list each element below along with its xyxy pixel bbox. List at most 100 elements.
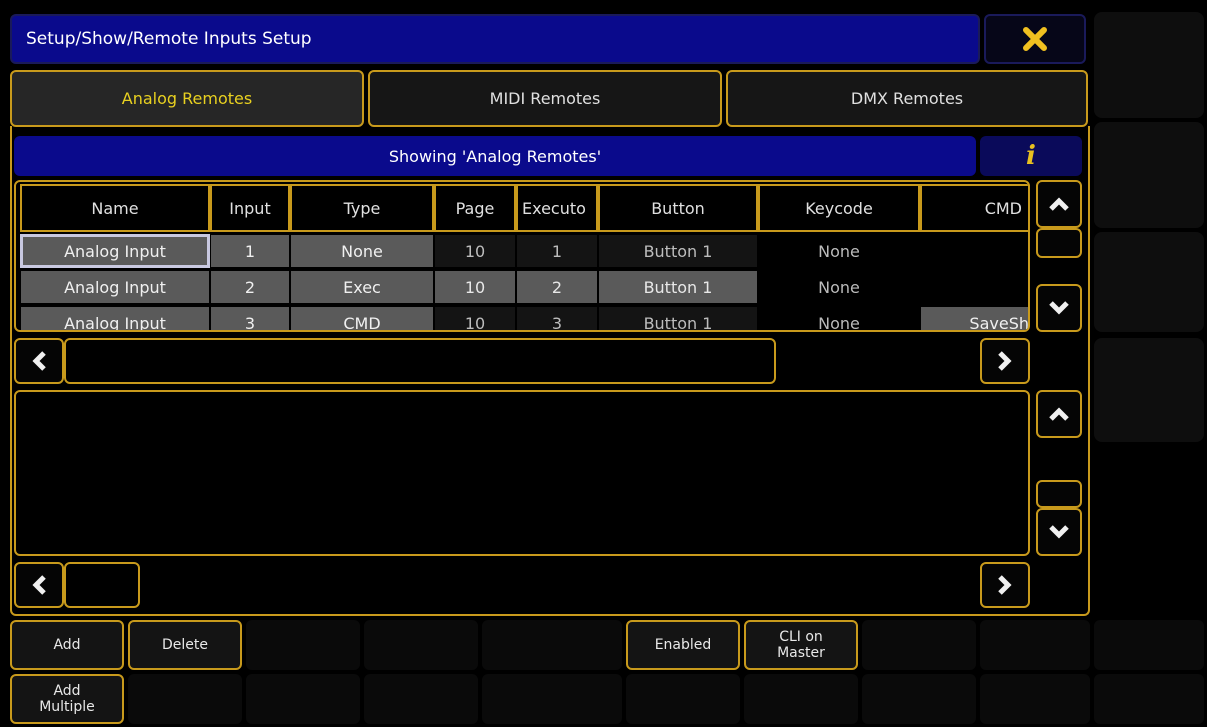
table-cell-button[interactable]: Button 1 — [598, 270, 758, 304]
chevron-down-icon — [1049, 525, 1069, 539]
table-cell-input[interactable]: 2 — [210, 270, 290, 304]
side-slot — [1094, 338, 1204, 442]
enabled-button[interactable]: Enabled — [626, 620, 740, 670]
info-button[interactable]: i — [980, 136, 1082, 176]
cell-text: 1 — [551, 241, 563, 261]
cell-text: 10 — [464, 277, 486, 297]
column-header-keycode[interactable]: Keycode — [758, 184, 920, 232]
header-label: Page — [455, 198, 495, 218]
remotes-table: Name Input Type Page Executo Button Keyc… — [14, 180, 1030, 332]
cell-text: Button 1 — [643, 313, 713, 332]
table-cell-executor[interactable]: 2 — [516, 270, 598, 304]
table-cell-type[interactable]: None — [290, 234, 434, 268]
detail-scroll-right-button[interactable] — [980, 562, 1030, 608]
table-cell-cmd[interactable] — [920, 234, 1028, 268]
detail-scroll-up-button[interactable] — [1036, 390, 1082, 438]
cli-on-master-button[interactable]: CLI on Master — [744, 620, 858, 670]
empty-button[interactable] — [246, 674, 360, 724]
scroll-right-button[interactable] — [980, 338, 1030, 384]
cell-text: Exec — [343, 277, 381, 297]
detail-vertical-scroll-thumb[interactable] — [1036, 480, 1082, 508]
cell-text: 3 — [244, 313, 256, 332]
side-slot — [1094, 232, 1204, 332]
table-cell-page[interactable]: 10 — [434, 306, 516, 330]
tab-label: DMX Remotes — [850, 89, 964, 108]
column-header-cmd[interactable]: CMD — [920, 184, 1028, 232]
cell-text: 10 — [464, 241, 486, 261]
table-cell-name[interactable]: Analog Input — [20, 234, 210, 268]
table-cell-keycode[interactable]: None — [758, 234, 920, 268]
header-label: Name — [91, 198, 139, 218]
add-button[interactable]: Add — [10, 620, 124, 670]
column-header-type[interactable]: Type — [290, 184, 434, 232]
header-label: Type — [343, 198, 381, 218]
empty-button[interactable] — [744, 674, 858, 724]
table-cell-executor[interactable]: 1 — [516, 234, 598, 268]
tab-analog-remotes[interactable]: Analog Remotes — [10, 70, 364, 127]
column-header-executor[interactable]: Executo — [516, 184, 598, 232]
empty-button[interactable] — [364, 674, 478, 724]
table-cell-executor[interactable]: 3 — [516, 306, 598, 332]
add-multiple-button[interactable]: Add Multiple — [10, 674, 124, 724]
header-label: CMD — [984, 198, 1022, 218]
column-header-name[interactable]: Name — [20, 184, 210, 232]
close-button[interactable] — [984, 14, 1086, 64]
table-cell-input[interactable]: 1 — [210, 234, 290, 268]
detail-panel — [14, 390, 1030, 556]
table-cell-keycode[interactable]: None — [758, 306, 920, 330]
chevron-left-icon — [32, 351, 46, 371]
table-cell-page[interactable]: 10 — [434, 270, 516, 304]
scroll-down-button[interactable] — [1036, 284, 1082, 332]
chevron-right-icon — [998, 575, 1012, 595]
table-cell-type[interactable]: CMD — [290, 306, 434, 332]
empty-button[interactable] — [128, 674, 242, 724]
cell-text: Analog Input — [64, 241, 166, 261]
empty-button[interactable] — [980, 620, 1090, 670]
detail-horizontal-scroll-thumb[interactable] — [64, 562, 140, 608]
info-icon: i — [1026, 141, 1036, 171]
cell-text: Button 1 — [643, 277, 713, 297]
table-cell-button[interactable]: Button 1 — [598, 306, 758, 332]
tab-midi-remotes[interactable]: MIDI Remotes — [368, 70, 722, 127]
empty-button[interactable] — [1094, 674, 1204, 724]
cell-text: Analog Input — [64, 313, 166, 332]
delete-button[interactable]: Delete — [128, 620, 242, 670]
table-cell-type[interactable]: Exec — [290, 270, 434, 304]
tab-dmx-remotes[interactable]: DMX Remotes — [726, 70, 1088, 127]
empty-button[interactable] — [364, 620, 478, 670]
empty-button[interactable] — [246, 620, 360, 670]
detail-scroll-left-button[interactable] — [14, 562, 64, 608]
header-label: Input — [229, 198, 271, 218]
empty-button[interactable] — [862, 674, 976, 724]
cell-text: Analog Input — [64, 277, 166, 297]
horizontal-scroll-thumb[interactable] — [64, 338, 776, 384]
cell-text: CMD — [343, 313, 381, 332]
cell-text: 2 — [551, 277, 563, 297]
cell-text: None — [818, 241, 860, 261]
table-cell-name[interactable]: Analog Input — [20, 270, 210, 304]
detail-scroll-down-button[interactable] — [1036, 508, 1082, 556]
table-cell-button[interactable]: Button 1 — [598, 234, 758, 268]
cell-text: 2 — [244, 277, 256, 297]
empty-button[interactable] — [862, 620, 976, 670]
column-header-input[interactable]: Input — [210, 184, 290, 232]
empty-button[interactable] — [1094, 620, 1204, 670]
empty-button[interactable] — [626, 674, 740, 724]
empty-button[interactable] — [482, 620, 622, 670]
column-header-page[interactable]: Page — [434, 184, 516, 232]
scroll-left-button[interactable] — [14, 338, 64, 384]
scroll-up-button[interactable] — [1036, 180, 1082, 228]
vertical-scroll-thumb[interactable] — [1036, 228, 1082, 258]
cell-text: 3 — [551, 313, 563, 332]
empty-button[interactable] — [482, 674, 622, 724]
empty-button[interactable] — [980, 674, 1090, 724]
cell-text: SaveSh — [969, 313, 1029, 332]
table-cell-cmd[interactable] — [920, 270, 1028, 304]
header-label: Executo — [522, 198, 586, 218]
table-cell-name[interactable]: Analog Input — [20, 306, 210, 332]
table-cell-page[interactable]: 10 — [434, 234, 516, 268]
table-cell-keycode[interactable]: None — [758, 270, 920, 304]
column-header-button[interactable]: Button — [598, 184, 758, 232]
table-cell-cmd[interactable]: SaveSh — [920, 306, 1029, 332]
table-cell-input[interactable]: 3 — [210, 306, 290, 332]
